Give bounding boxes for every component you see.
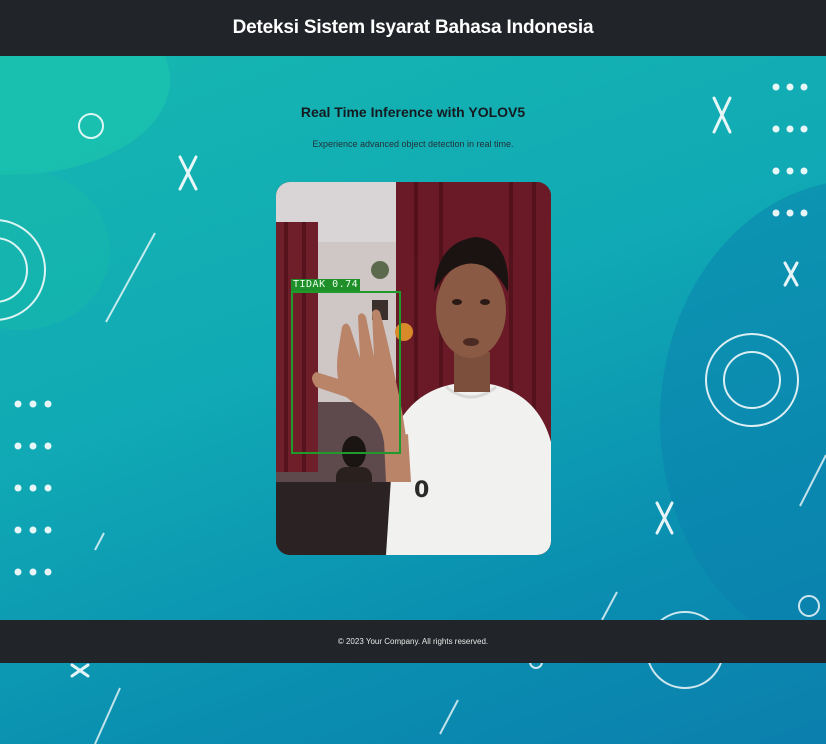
detection-bounding-box (291, 291, 401, 454)
copyright-text: © 2023 Your Company. All rights reserved… (337, 637, 489, 646)
app-title: Deteksi Sistem Isyarat Bahasa Indonesia (232, 17, 594, 38)
page-title: Real Time Inference with YOLOV5 (300, 104, 526, 120)
detection-label: TIDAK 0.74 (291, 279, 361, 291)
navbar: Deteksi Sistem Isyarat Bahasa Indonesia (0, 0, 826, 56)
footer: © 2023 Your Company. All rights reserved… (0, 620, 826, 663)
svg-text:0: 0 (414, 478, 429, 503)
page-subtitle: Experience advanced object detection in … (312, 139, 514, 149)
